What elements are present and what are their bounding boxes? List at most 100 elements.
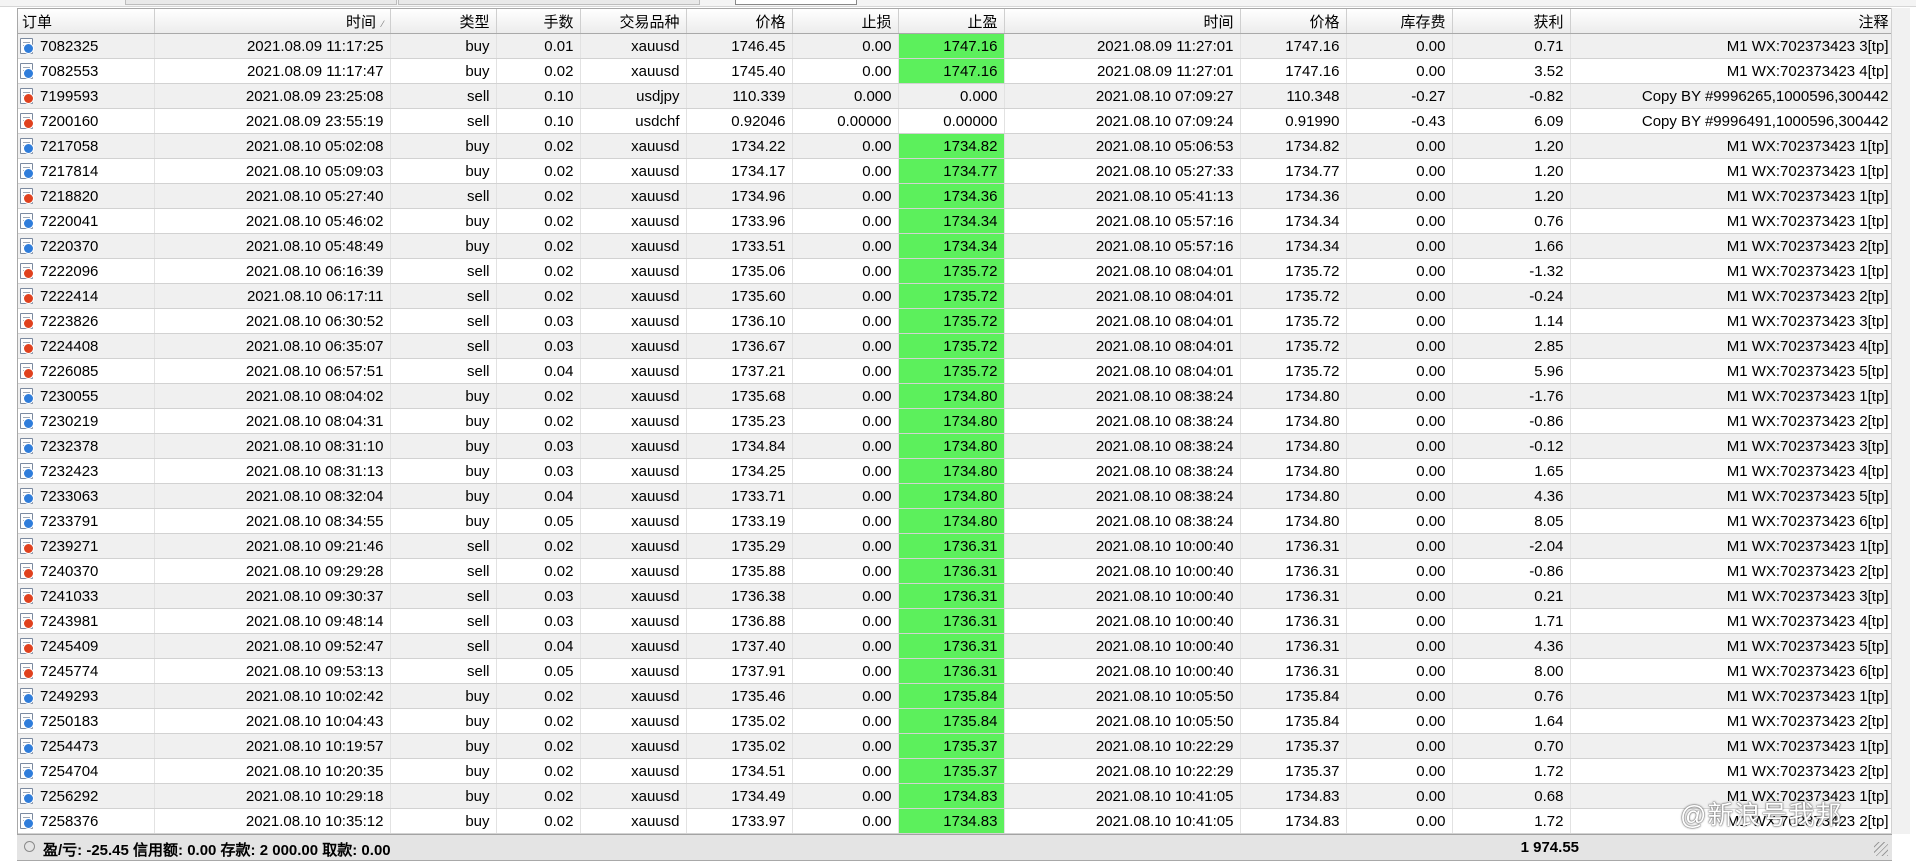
table-row[interactable]: 7254704 2021.08.10 10:20:35 buy 0.02 xauusd 1… (18, 758, 1896, 784)
open-time-cell: 2021.08.10 10:35:12 (154, 808, 391, 834)
col-header-comment[interactable]: 注释 (1570, 9, 1896, 34)
order-cell: 7222414 (18, 283, 155, 309)
table-row[interactable]: 7224408 2021.08.10 06:35:07 sell 0.03 xauusd… (18, 333, 1896, 359)
table-row[interactable]: 7245409 2021.08.10 09:52:47 sell 0.04 xauusd… (18, 633, 1896, 659)
open-price-cell: 1735.02 (686, 708, 793, 734)
close-price-cell: 1734.80 (1240, 508, 1347, 534)
lots-cell: 0.03 (496, 308, 581, 334)
profit-cell: 1.20 (1452, 133, 1571, 159)
col-header-profit[interactable]: 获利 (1452, 9, 1571, 34)
comment-cell: Copy BY #9996265,1000596,300442 (1570, 83, 1896, 109)
open-price-cell: 1735.02 (686, 733, 793, 759)
profit-cell: 1.20 (1452, 183, 1571, 209)
table-row[interactable]: 7223826 2021.08.10 06:30:52 sell 0.03 xauusd… (18, 308, 1896, 334)
buy-order-icon (20, 812, 34, 829)
open-time-cell: 2021.08.10 05:09:03 (154, 158, 391, 184)
order-number: 7199593 (40, 87, 99, 105)
type-cell: buy (390, 783, 497, 809)
comment-cell: M1 WX:702373423 1[tp] (1570, 258, 1896, 284)
stop-loss-cell: 0.00 (792, 608, 899, 634)
col-header-take-profit[interactable]: 止盈 (898, 9, 1005, 34)
symbol-cell: xauusd (580, 183, 687, 209)
table-row[interactable]: 7249293 2021.08.10 10:02:42 buy 0.02 xauusd 1… (18, 683, 1896, 709)
symbol-cell: xauusd (580, 708, 687, 734)
table-row[interactable]: 7250183 2021.08.10 10:04:43 buy 0.02 xauusd 1… (18, 708, 1896, 734)
type-cell: buy (390, 683, 497, 709)
open-time-cell: 2021.08.10 08:34:55 (154, 508, 391, 534)
take-profit-cell: 0.000 (898, 83, 1005, 109)
table-row[interactable]: 7254473 2021.08.10 10:19:57 buy 0.02 xauusd 1… (18, 733, 1896, 759)
open-price-cell: 1733.51 (686, 233, 793, 259)
col-header-open-time[interactable]: 时间 ⁄ (154, 9, 391, 34)
profit-cell: 0.76 (1452, 683, 1571, 709)
vertical-scrollbar[interactable] (1891, 8, 1910, 834)
col-header-close-time[interactable]: 时间 (1004, 9, 1241, 34)
symbol-cell: xauusd (580, 633, 687, 659)
table-row[interactable]: 7222414 2021.08.10 06:17:11 sell 0.02 xauusd… (18, 283, 1896, 309)
open-price-cell: 1734.51 (686, 758, 793, 784)
order-cell: 7223826 (18, 308, 155, 334)
table-row[interactable]: 7226085 2021.08.10 06:57:51 sell 0.04 xauusd… (18, 358, 1896, 384)
toolbar-tab[interactable] (398, 0, 700, 5)
type-cell: sell (390, 108, 497, 134)
table-row[interactable]: 7200160 2021.08.09 23:55:19 sell 0.10 usdchf… (18, 108, 1896, 134)
col-header-order[interactable]: 订单 (18, 9, 155, 34)
table-row[interactable]: 7217058 2021.08.10 05:02:08 buy 0.02 xauusd 1… (18, 133, 1896, 159)
order-cell: 7224408 (18, 333, 155, 359)
close-price-cell: 1734.80 (1240, 408, 1347, 434)
swap-cell: 0.00 (1346, 733, 1453, 759)
close-price-cell: 1734.82 (1240, 133, 1347, 159)
table-row[interactable]: 7240370 2021.08.10 09:29:28 sell 0.02 xauusd… (18, 558, 1896, 584)
type-cell: sell (390, 83, 497, 109)
take-profit-cell: 1735.37 (898, 733, 1005, 759)
col-header-stop-loss[interactable]: 止损 (792, 9, 899, 34)
table-row[interactable]: 7218820 2021.08.10 05:27:40 sell 0.02 xauusd… (18, 183, 1896, 209)
table-row[interactable]: 7233063 2021.08.10 08:32:04 buy 0.04 xauusd 1… (18, 483, 1896, 509)
table-row[interactable]: 7230219 2021.08.10 08:04:31 buy 0.02 xauusd 1… (18, 408, 1896, 434)
swap-cell: 0.00 (1346, 533, 1453, 559)
table-row[interactable]: 7082553 2021.08.09 11:17:47 buy 0.02 xauusd 1… (18, 58, 1896, 84)
col-header-open-price[interactable]: 价格 (686, 9, 793, 34)
order-cell: 7254704 (18, 758, 155, 784)
order-cell: 7232423 (18, 458, 155, 484)
close-time-cell: 2021.08.10 05:41:13 (1004, 183, 1241, 209)
table-row[interactable]: 7232378 2021.08.10 08:31:10 buy 0.03 xauusd 1… (18, 433, 1896, 459)
col-header-close-price[interactable]: 价格 (1240, 9, 1347, 34)
col-header-lots[interactable]: 手数 (496, 9, 581, 34)
table-row[interactable]: 7230055 2021.08.10 08:04:02 buy 0.02 xauusd 1… (18, 383, 1896, 409)
close-time-cell: 2021.08.10 07:09:24 (1004, 108, 1241, 134)
order-number: 7258376 (40, 812, 99, 830)
sell-order-icon (20, 312, 34, 329)
table-row[interactable]: 7222096 2021.08.10 06:16:39 sell 0.02 xauusd… (18, 258, 1896, 284)
table-row[interactable]: 7233791 2021.08.10 08:34:55 buy 0.05 xauusd 1… (18, 508, 1896, 534)
table-row[interactable]: 7243981 2021.08.10 09:48:14 sell 0.03 xauusd… (18, 608, 1896, 634)
table-row[interactable]: 7245774 2021.08.10 09:53:13 sell 0.05 xauusd… (18, 658, 1896, 684)
table-row[interactable]: 7220041 2021.08.10 05:46:02 buy 0.02 xauusd 1… (18, 208, 1896, 234)
table-row[interactable]: 7258376 2021.08.10 10:35:12 buy 0.02 xauusd 1… (18, 808, 1896, 834)
table-row[interactable]: 7220370 2021.08.10 05:48:49 buy 0.02 xauusd 1… (18, 233, 1896, 259)
table-row[interactable]: 7217814 2021.08.10 05:09:03 buy 0.02 xauusd 1… (18, 158, 1896, 184)
col-header-type[interactable]: 类型 (390, 9, 497, 34)
resize-grip-icon[interactable] (1874, 842, 1888, 856)
table-row[interactable]: 7241033 2021.08.10 09:30:37 sell 0.03 xauusd… (18, 583, 1896, 609)
open-time-cell: 2021.08.10 10:04:43 (154, 708, 391, 734)
table-row[interactable]: 7199593 2021.08.09 23:25:08 sell 0.10 usdjpy… (18, 83, 1896, 109)
open-price-cell: 1735.29 (686, 533, 793, 559)
close-price-cell: 1736.31 (1240, 658, 1347, 684)
table-row[interactable]: 7232423 2021.08.10 08:31:13 buy 0.03 xauusd 1… (18, 458, 1896, 484)
stop-loss-cell: 0.00 (792, 358, 899, 384)
col-header-swap[interactable]: 库存费 (1346, 9, 1453, 34)
symbol-cell: xauusd (580, 733, 687, 759)
table-row[interactable]: 7256292 2021.08.10 10:29:18 buy 0.02 xauusd 1… (18, 783, 1896, 809)
toolbar-tab[interactable] (125, 0, 397, 5)
sell-order-icon (20, 287, 34, 304)
order-number: 7240370 (40, 562, 99, 580)
table-row[interactable]: 7082325 2021.08.09 11:17:25 buy 0.01 xauusd 1… (18, 33, 1896, 59)
profit-cell: 1.71 (1452, 608, 1571, 634)
toolbar-tab-active[interactable] (735, 0, 857, 5)
col-header-symbol[interactable]: 交易品种 (580, 9, 687, 34)
lots-cell: 0.10 (496, 83, 581, 109)
table-row[interactable]: 7239271 2021.08.10 09:21:46 sell 0.02 xauusd… (18, 533, 1896, 559)
comment-cell: M1 WX:702373423 4[tp] (1570, 333, 1896, 359)
type-cell: buy (390, 133, 497, 159)
